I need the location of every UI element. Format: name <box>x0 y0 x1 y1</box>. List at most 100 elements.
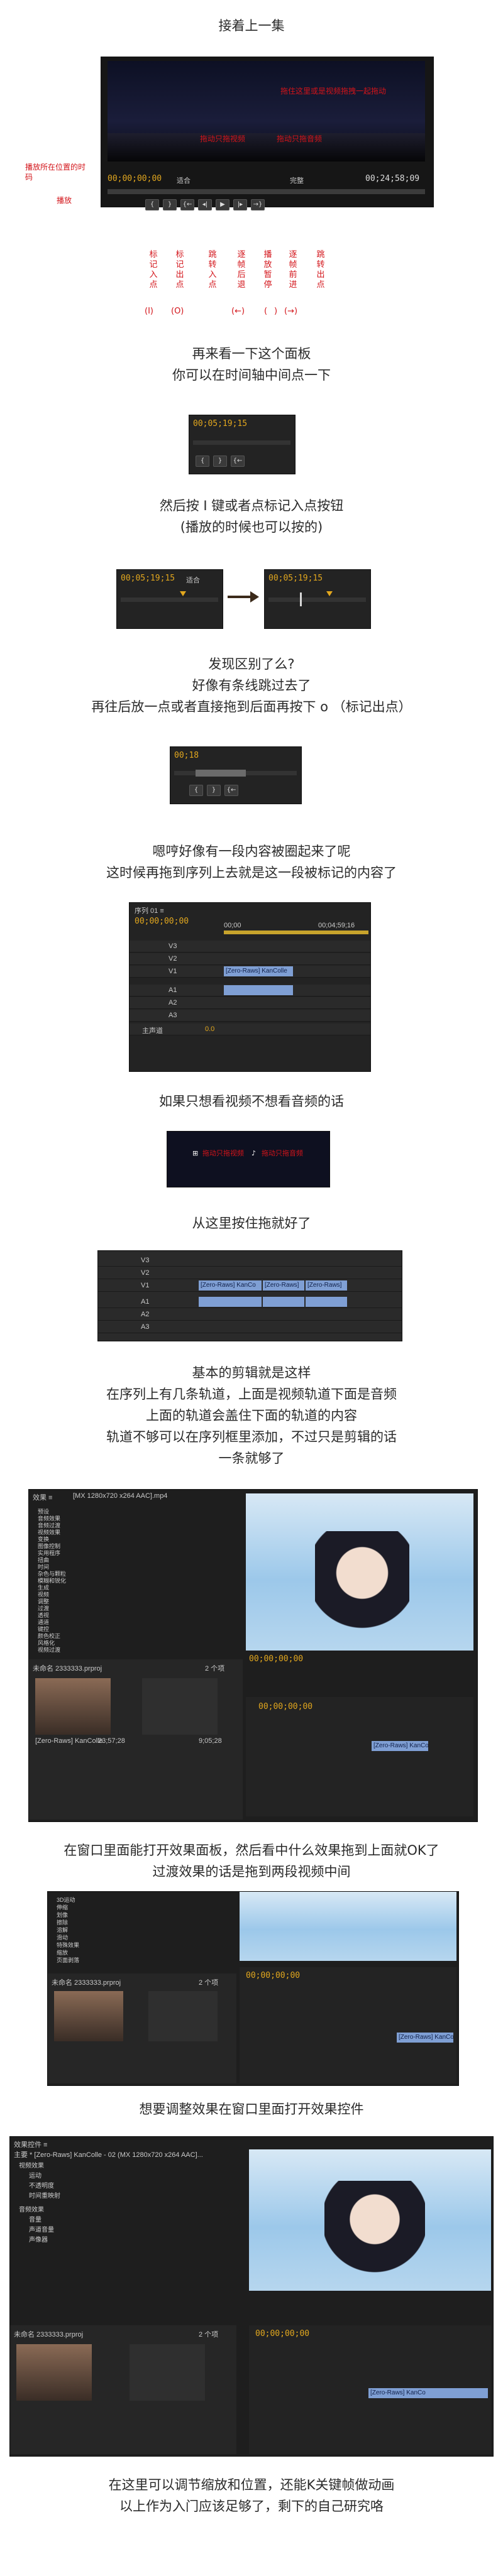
timeline-three-clips: V3 V2 V1 [Zero-Raws] KanCo [Zero-Raws] [… <box>97 1250 402 1341</box>
key-i: (I) <box>145 307 153 316</box>
program-clip[interactable]: [Zero-Raws] KanCo <box>372 1741 428 1751</box>
ec-thumb-video[interactable] <box>16 2344 92 2401</box>
caption-outro: 以上作为入门应该足够了，剩下的自己研究咯 <box>119 2499 384 2514</box>
timeline-tab[interactable]: 序列 01 ≡ <box>135 905 164 915</box>
duration-timecode: 00;24;58;09 <box>365 174 420 183</box>
project-duration-1: 23;57;28 <box>98 1737 125 1745</box>
key-left: (←) <box>231 307 245 316</box>
key-space-open: ( <box>264 307 268 316</box>
seq2-audio-2[interactable] <box>263 1297 304 1307</box>
transitions-project-file: 未命名 2333333.prproj <box>52 1979 121 1987</box>
ec-clip[interactable]: [Zero-Raws] KanCo <box>368 2388 488 2398</box>
snip4-timecode: 00;18 <box>174 751 199 760</box>
snip4-mark-out[interactable]: } <box>207 785 221 796</box>
project-thumb-video[interactable] <box>35 1678 111 1735</box>
snip1-mark-in[interactable]: { <box>196 456 209 467</box>
fit-dropdown[interactable]: 适合 <box>177 175 191 185</box>
effects-list-item[interactable]: 视频过渡 <box>38 1645 60 1654</box>
transitions-timeline: 00;00;00;00 [Zero-Raws] KanCo <box>240 1967 456 2083</box>
monitor-timecode: 00;00;00;00 <box>108 174 162 183</box>
snip-marked-range: 00;18 { } {← <box>170 746 302 804</box>
transitions-list-item[interactable]: 页面剥落 <box>57 1956 79 1965</box>
effect-controls-tab[interactable]: 效果控件 ≡ <box>14 2139 47 2149</box>
snip1-mark-out[interactable]: } <box>213 456 227 467</box>
mark-out-button[interactable]: } <box>163 199 177 210</box>
snip-after-in-point <box>300 592 302 606</box>
caption-effects-drag: 在窗口里面能打开效果面板，然后看中什么效果拖到上面就OK了 <box>64 1843 439 1858</box>
fx-time-remap[interactable]: 时间重映射 <box>29 2192 60 2201</box>
caption-look-panel: 再来看一下这个面板 <box>192 346 311 361</box>
track-v1: V1 [Zero-Raws] KanColle <box>130 966 370 978</box>
effects-tab[interactable]: 效果 ≡ <box>33 1492 52 1502</box>
seq2-clip-2[interactable]: [Zero-Raws] <box>263 1280 304 1291</box>
transitions-seq-thumb[interactable] <box>148 1991 218 2041</box>
seq2-clip-3[interactable]: [Zero-Raws] <box>306 1280 347 1291</box>
seq2-audio-3[interactable] <box>306 1297 347 1307</box>
video-clip[interactable]: [Zero-Raws] KanColle <box>224 966 293 976</box>
program-seq-timecode: 00;00;00;00 <box>258 1702 313 1711</box>
label-step-forward: 逐帧前进 <box>289 250 297 290</box>
step-back-button[interactable]: ◂| <box>198 199 212 210</box>
workspace-effects: 效果 ≡ [MX 1280x720 x264 AAC].mp4 预设 音频效果 音频… <box>28 1489 478 1822</box>
monitor-transport: { } {← ◂| ▶ |▸ →} <box>145 199 265 210</box>
project-media-name: [Zero-Raws] KanColle <box>35 1737 103 1745</box>
source-monitor: 00;00;00;00 适合 完整 00;24;58;09 { } {← ◂| … <box>101 57 434 210</box>
seq2-v2: V2 <box>98 1267 402 1279</box>
snip-before-scrub[interactable] <box>121 598 218 602</box>
snip-after-scrub[interactable] <box>268 598 366 602</box>
label-step-back: 逐帧后退 <box>237 250 246 290</box>
monitor-video <box>108 61 425 161</box>
fx-volume[interactable]: 音量 <box>29 2216 41 2225</box>
snip4-mark-in[interactable]: { <box>189 785 203 796</box>
resolution-dropdown[interactable]: 完整 <box>290 175 304 185</box>
drag-audio-handle[interactable]: ♪ <box>252 1149 256 1157</box>
fx-motion[interactable]: 运动 <box>29 2172 41 2181</box>
caption-overlap: 上面的轨道会盖住下面的轨道的内容 <box>146 1408 357 1423</box>
snip1-timecode: 00;05;19;15 <box>193 419 248 428</box>
ec-thumb-sequence[interactable] <box>130 2344 205 2401</box>
snip-before-fit[interactable]: 适合 <box>186 575 200 585</box>
goto-out-button[interactable]: →} <box>251 199 265 210</box>
transitions-thumb[interactable] <box>54 1991 123 2041</box>
snip1-goto-in[interactable]: {← <box>231 456 245 467</box>
play-button[interactable]: ▶ <box>216 199 229 210</box>
annotation-drag-video: 拖住这里或是视频拖拽一起拖动 <box>280 87 387 96</box>
key-o: (O) <box>171 307 184 316</box>
program-timecode: 00;00;00;00 <box>249 1654 304 1664</box>
fx-channel-volume[interactable]: 声道音量 <box>29 2226 54 2235</box>
goto-in-button[interactable]: {← <box>180 199 194 210</box>
seq2-a1: A1 <box>98 1296 402 1308</box>
caption-add-tracks: 轨道不够可以在序列框里添加，不过只是剪辑的话 <box>106 1429 397 1444</box>
monitor-scrub-bar[interactable] <box>108 189 425 194</box>
fx-panner[interactable]: 声像器 <box>29 2236 48 2245</box>
project-file: 未命名 2333333.prproj <box>33 1665 102 1673</box>
transitions-list: 3D运动 伸缩 划像 擦除 溶解 滑动 特殊效果 缩放 页面剥落 <box>48 1892 236 1967</box>
annotation-playhead: 播放 <box>57 196 72 205</box>
caption-one-enough: 一条就够了 <box>218 1451 285 1466</box>
track-master: 主声道 0.0 <box>130 1023 370 1035</box>
snip1-scrub[interactable] <box>193 440 290 445</box>
mark-in-button[interactable]: { <box>145 199 159 210</box>
annotation-audio-only: 拖动只拖音频 <box>277 134 323 143</box>
snip4-range <box>196 770 246 777</box>
label-mark-in: 标记入点 <box>149 250 158 290</box>
caption-video-only: 如果只想看视频不想看音频的话 <box>159 1094 344 1109</box>
annotation-video-only: 拖动只拖视频 <box>200 134 246 143</box>
timeline-panel: 序列 01 ≡ 00;00;00;00 00;00 00;04;59;16 V3… <box>129 902 371 1072</box>
fx-opacity[interactable]: 不透明度 <box>29 2182 54 2191</box>
ec-project-count: 2 个项 <box>199 2331 219 2339</box>
seq2-clip-1[interactable]: [Zero-Raws] KanCo <box>199 1280 262 1291</box>
caption-range-circled: 嗯哼好像有一段内容被圈起来了呢 <box>152 844 351 859</box>
step-forward-button[interactable]: |▸ <box>233 199 247 210</box>
snip4-goto-in[interactable]: {← <box>224 785 238 796</box>
seq2-audio-1[interactable] <box>199 1297 262 1307</box>
snip1-transport: { } {← <box>196 456 245 467</box>
timeline-timecode: 00;00;00;00 <box>135 917 189 926</box>
transition-arrow <box>228 596 253 598</box>
seq2-v1: V1 [Zero-Raws] KanCo [Zero-Raws] [Zero-R… <box>98 1280 402 1292</box>
effects-file-tab[interactable]: [MX 1280x720 x264 AAC].mp4 <box>73 1492 167 1500</box>
transitions-clip[interactable]: [Zero-Raws] KanCo <box>397 2033 453 2043</box>
project-thumb-sequence[interactable] <box>142 1678 218 1735</box>
drag-video-handle[interactable]: ⊞ <box>192 1149 198 1157</box>
audio-clip[interactable] <box>224 985 293 995</box>
